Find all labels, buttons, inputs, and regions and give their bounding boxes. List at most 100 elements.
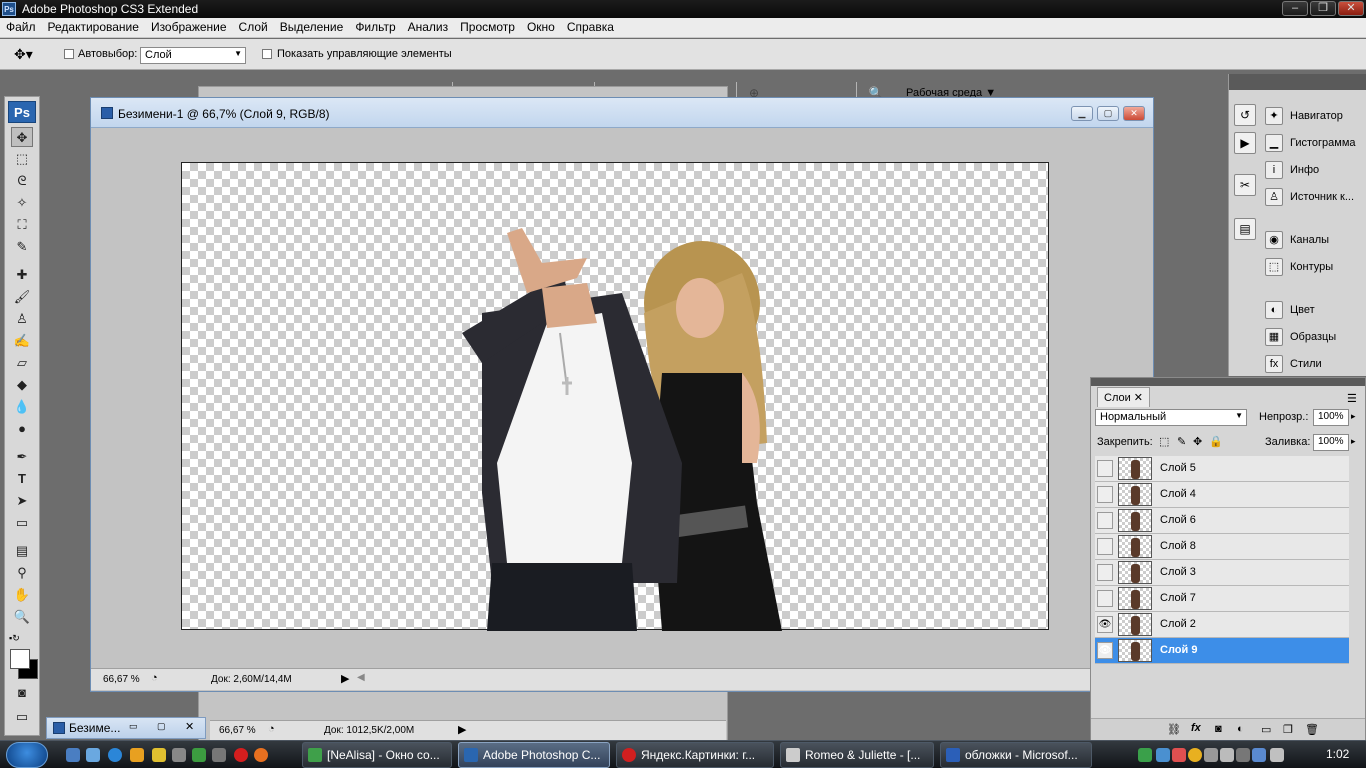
ie-icon[interactable] xyxy=(108,748,122,762)
zoom-tool-icon[interactable]: 🔍 xyxy=(11,607,33,627)
back-status-info-icon[interactable]: ◔ xyxy=(268,723,275,735)
fill-arrow[interactable]: ▸ xyxy=(1351,436,1356,447)
show-controls-checkbox[interactable] xyxy=(262,48,272,60)
opera-icon[interactable] xyxy=(234,748,248,762)
layer-row[interactable]: Слой 5 xyxy=(1095,456,1349,482)
layers-panel-header[interactable] xyxy=(1091,378,1365,386)
default-colors-icon[interactable]: ▪↻ xyxy=(9,633,20,644)
tray-power-icon[interactable] xyxy=(1236,748,1250,762)
zoom-field[interactable]: 66,67 % xyxy=(103,674,140,685)
menu-file[interactable]: Файл xyxy=(0,18,42,34)
tool-presets-icon[interactable]: ✂ xyxy=(1234,174,1256,196)
mini-maximize-icon[interactable]: ▢ xyxy=(157,721,166,732)
menu-analysis[interactable]: Анализ xyxy=(402,18,455,34)
dodge-tool-icon[interactable]: ● xyxy=(11,419,33,439)
back-zoom-field[interactable]: 66,67 % xyxy=(219,725,256,736)
mail-icon[interactable] xyxy=(254,748,268,762)
layer-row[interactable]: 👁 Слой 2 xyxy=(1095,612,1349,638)
history-panel-icon[interactable]: ↺ xyxy=(1234,104,1256,126)
menu-edit[interactable]: Редактирование xyxy=(42,18,145,34)
opacity-field[interactable]: 100% xyxy=(1313,409,1349,426)
panel-histogram[interactable]: ▁ Гистограмма xyxy=(1261,131,1365,155)
visibility-toggle[interactable] xyxy=(1097,512,1113,529)
tab-layers[interactable]: Слои ✕ xyxy=(1097,387,1151,407)
panel-clone-source[interactable]: ♙ Источник к... xyxy=(1261,185,1365,209)
menu-help[interactable]: Справка xyxy=(561,18,620,34)
tray-sound-icon[interactable] xyxy=(1220,748,1234,762)
panel-styles[interactable]: fx Стили xyxy=(1261,352,1365,376)
app-icon[interactable] xyxy=(172,748,186,762)
move-tool-preset-icon[interactable]: ✥▾ xyxy=(14,46,33,63)
layer-row[interactable]: Слой 4 xyxy=(1095,482,1349,508)
start-button[interactable] xyxy=(6,742,48,768)
screen-mode-icon[interactable]: ▭ xyxy=(11,707,33,727)
move-tool-icon[interactable]: ✥ xyxy=(11,127,33,147)
link-layers-icon[interactable]: ⛓ xyxy=(1167,723,1181,736)
mini-close-icon[interactable]: ✕ xyxy=(185,720,194,733)
status-menu-arrow[interactable]: ▶ xyxy=(341,672,349,685)
blend-mode-dropdown[interactable]: Нормальный ▼ xyxy=(1095,409,1247,426)
panel-paths[interactable]: ⬚ Контуры xyxy=(1261,255,1365,279)
icq-icon[interactable] xyxy=(192,748,206,762)
shape-tool-icon[interactable]: ▭ xyxy=(11,513,33,533)
visibility-toggle[interactable] xyxy=(1097,590,1113,607)
fill-field[interactable]: 100% xyxy=(1313,434,1349,451)
explorer-icon[interactable] xyxy=(86,748,100,762)
delete-layer-icon[interactable]: 🗑 xyxy=(1305,723,1319,736)
hand-tool-icon[interactable]: ✋ xyxy=(11,585,33,605)
autoselect-dropdown[interactable]: Слой ▼ xyxy=(140,47,246,64)
menu-filter[interactable]: Фильтр xyxy=(349,18,401,34)
hscroll-left-arrow[interactable]: ◀ xyxy=(357,672,365,683)
layer-row[interactable]: Слой 7 xyxy=(1095,586,1349,612)
mini-restore-icon[interactable]: ▭ xyxy=(129,721,138,732)
eraser-tool-icon[interactable]: ▱ xyxy=(11,353,33,373)
menu-view[interactable]: Просмотр xyxy=(454,18,521,34)
layer-style-icon[interactable]: fx xyxy=(1191,722,1201,734)
restore-button[interactable]: ❐ xyxy=(1310,1,1336,16)
tray-app2-icon[interactable] xyxy=(1188,748,1202,762)
layer-row-selected[interactable]: 👁 Слой 9 xyxy=(1095,638,1349,664)
task-photoshop[interactable]: Adobe Photoshop C... xyxy=(458,742,610,768)
doc-maximize-button[interactable]: ▢ xyxy=(1097,106,1119,121)
tray-app-icon[interactable] xyxy=(1172,748,1186,762)
magic-wand-icon[interactable]: ✧ xyxy=(11,193,33,213)
menu-layer[interactable]: Слой xyxy=(233,18,274,34)
layers-menu-icon[interactable]: ☰ xyxy=(1347,392,1357,405)
system-clock[interactable]: 1:02 xyxy=(1326,747,1349,761)
task-romeo[interactable]: Romeo & Juliette - [... xyxy=(780,742,934,768)
blur-tool-icon[interactable]: 💧 xyxy=(11,397,33,417)
healing-brush-icon[interactable]: ✚ xyxy=(11,265,33,285)
marquee-tool-icon[interactable]: ⬚ xyxy=(11,149,33,169)
clone-stamp-icon[interactable]: ♙ xyxy=(11,309,33,329)
panel-navigator[interactable]: ✦ Навигатор xyxy=(1261,104,1365,128)
tray-volume-icon[interactable] xyxy=(1270,748,1284,762)
doc-close-button[interactable]: ✕ xyxy=(1123,106,1145,121)
history-brush-icon[interactable]: ✍ xyxy=(11,331,33,351)
pen-tool-icon[interactable]: ✒ xyxy=(11,447,33,467)
lock-image-icon[interactable]: ✎ xyxy=(1177,435,1186,448)
minimize-button[interactable]: ‒ xyxy=(1282,1,1308,16)
media-icon[interactable] xyxy=(130,748,144,762)
lasso-tool-icon[interactable]: ᘓ xyxy=(11,171,33,191)
panel-color[interactable]: ◐ Цвет xyxy=(1261,298,1365,322)
layer-comps-icon[interactable]: ▤ xyxy=(1234,218,1256,240)
actions-panel-icon[interactable]: ▶ xyxy=(1234,132,1256,154)
app2-icon[interactable] xyxy=(212,748,226,762)
new-group-icon[interactable]: ▭ xyxy=(1261,723,1271,736)
panel-swatches[interactable]: ▦ Образцы xyxy=(1261,325,1365,349)
minimized-document-tab[interactable]: Безиме... ▭ ▢ ✕ xyxy=(46,717,206,739)
task-yandex[interactable]: Яндекс.Картинки: г... xyxy=(616,742,774,768)
panel-info[interactable]: i Инфо xyxy=(1261,158,1365,182)
autoselect-checkbox[interactable] xyxy=(64,48,74,60)
type-tool-icon[interactable]: T xyxy=(11,469,33,489)
adjustment-layer-icon[interactable]: ◐ xyxy=(1237,723,1244,735)
slice-tool-icon[interactable]: ✎ xyxy=(11,237,33,257)
new-layer-icon[interactable]: ❐ xyxy=(1283,723,1293,736)
close-button[interactable]: ✕ xyxy=(1338,1,1364,16)
menu-image[interactable]: Изображение xyxy=(145,18,233,34)
menu-window[interactable]: Окно xyxy=(521,18,561,34)
folder-icon[interactable] xyxy=(152,748,166,762)
show-desktop-icon[interactable] xyxy=(66,748,80,762)
path-selection-icon[interactable]: ➤ xyxy=(11,491,33,511)
dock-header[interactable] xyxy=(1229,74,1366,90)
